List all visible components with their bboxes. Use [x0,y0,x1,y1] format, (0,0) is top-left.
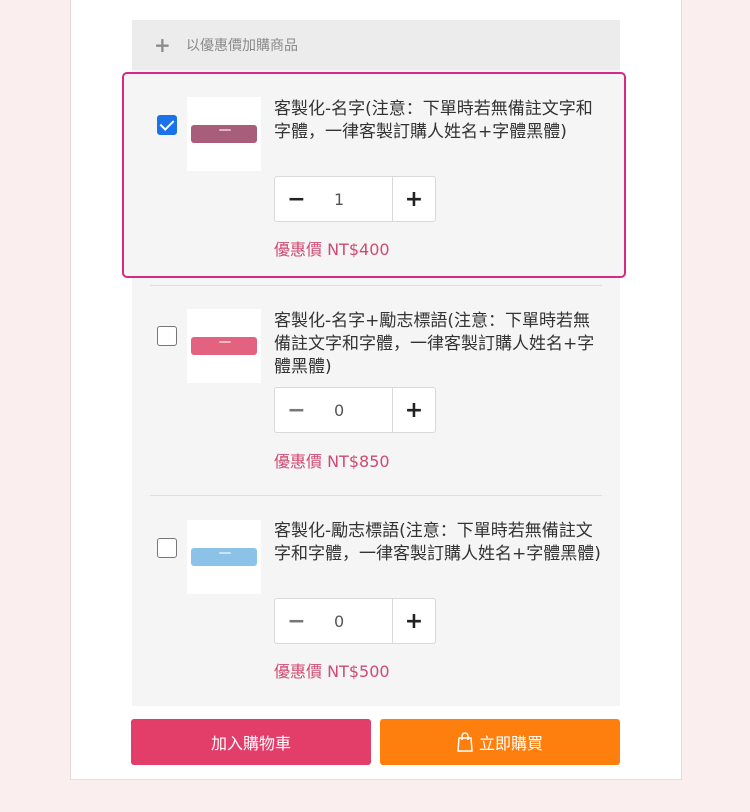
decrease-button[interactable]: − [274,598,318,644]
discount-price: 優惠價 NT$500 [274,662,390,681]
quantity-stepper: − 1 + [274,176,436,222]
quantity-stepper: − 0 + [274,387,436,433]
product-name: 客製化-勵志標語(注意：下單時若無備註文字和字體，一律客製訂購人姓名+字體黑體) [274,521,601,564]
addon-title: 以優惠價加購商品 [186,38,298,54]
product-thumbnail [187,309,261,383]
item-checkbox[interactable] [157,115,177,135]
plus-icon: + [404,397,424,423]
product-thumbnail [187,520,261,594]
buy-now-label: 立即購買 [478,734,543,753]
minus-icon: − [287,397,306,423]
product-image [191,125,257,143]
increase-button[interactable]: + [392,176,436,222]
discount-price: 優惠價 NT$850 [274,452,390,471]
addon-item: 客製化-名字+勵志標語(注意：下單時若無備註文字和字體，一律客製訂購人姓名+字體… [132,286,620,496]
product-name: 客製化-名字(注意：下單時若無備註文字和字體，一律客製訂購人姓名+字體黑體) [274,99,593,142]
item-checkbox[interactable] [157,326,177,346]
add-to-cart-button[interactable]: 加入購物車 [131,719,371,765]
addon-card: + 以優惠價加購商品 客製化-名字(注意：下單時若無備註文字和字體，一律客製訂購… [70,0,682,780]
decrease-button[interactable]: − [274,176,318,222]
quantity-value[interactable]: 1 [318,176,392,222]
addon-item: 客製化-名字(注意：下單時若無備註文字和字體，一律客製訂購人姓名+字體黑體) −… [122,72,626,278]
decrease-button[interactable]: − [274,387,318,433]
buy-now-button[interactable]: 立即購買 [380,719,620,765]
plus-icon: + [154,33,171,57]
plus-icon: + [404,608,424,634]
addon-item: 客製化-勵志標語(注意：下單時若無備註文字和字體，一律客製訂購人姓名+字體黑體)… [132,496,620,706]
quantity-stepper: − 0 + [274,598,436,644]
product-image [191,337,257,355]
product-image [191,548,257,566]
discount-price: 優惠價 NT$400 [274,240,390,259]
shopping-bag-icon [457,732,473,752]
minus-icon: − [287,608,306,634]
add-to-cart-label: 加入購物車 [210,734,291,753]
minus-icon: − [287,186,306,212]
item-checkbox[interactable] [157,538,177,558]
plus-icon: + [404,186,424,212]
quantity-value[interactable]: 0 [318,387,392,433]
increase-button[interactable]: + [392,598,436,644]
quantity-value[interactable]: 0 [318,598,392,644]
product-name: 客製化-名字+勵志標語(注意：下單時若無備註文字和字體，一律客製訂購人姓名+字體… [274,311,595,377]
addon-header[interactable]: + 以優惠價加購商品 [132,20,620,70]
increase-button[interactable]: + [392,387,436,433]
addon-panel: + 以優惠價加購商品 客製化-名字(注意：下單時若無備註文字和字體，一律客製訂購… [122,20,626,706]
product-thumbnail [187,97,261,171]
